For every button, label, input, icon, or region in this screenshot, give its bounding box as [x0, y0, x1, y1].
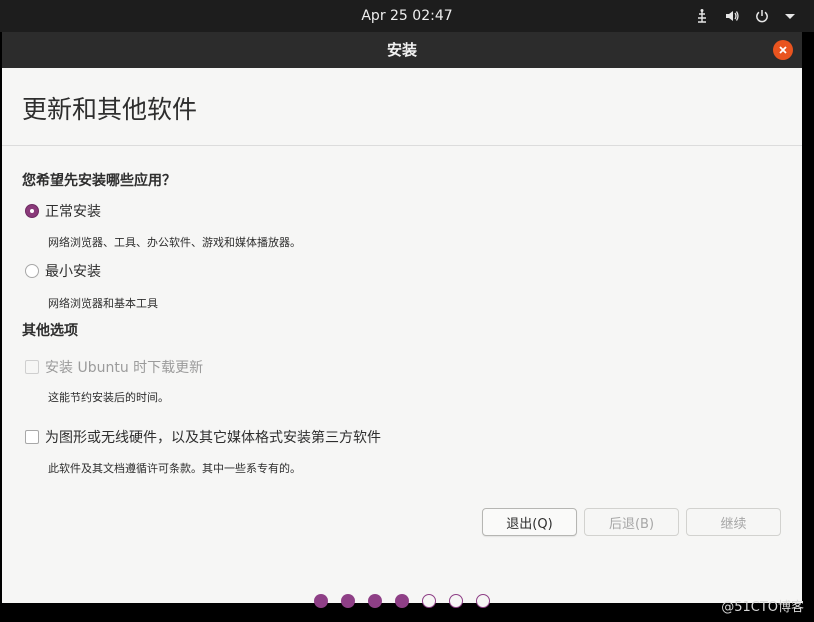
installer-window: 安装 更新和其他软件 您希望先安装哪些应用？ 正常安装 网络浏览器、工具、办公软…	[2, 32, 802, 608]
minimal-install-description: 网络浏览器和基本工具	[48, 297, 158, 310]
step-dot	[422, 594, 436, 608]
dropdown-arrow-icon[interactable]	[784, 10, 796, 22]
radio-checked-icon[interactable]	[25, 204, 39, 218]
window-title: 安装	[386, 41, 417, 59]
quit-button[interactable]: 退出(Q)	[482, 508, 577, 536]
step-dot	[341, 594, 355, 608]
page-title: 更新和其他软件	[22, 95, 198, 124]
third-party-description: 此软件及其文档遵循许可条款。其中一些系专有的。	[48, 462, 301, 475]
clock[interactable]: Apr 25 02:47	[0, 0, 814, 32]
volume-icon[interactable]	[724, 8, 740, 24]
checkbox-download-updates-label: 安装 Ubuntu 时下载更新	[45, 360, 204, 376]
top-bar: Apr 25 02:47	[0, 0, 814, 32]
window-titlebar[interactable]: 安装	[2, 32, 802, 68]
step-dot	[449, 594, 463, 608]
radio-minimal-install[interactable]: 最小安装	[25, 261, 101, 281]
back-button[interactable]: 后退(B)	[584, 508, 679, 536]
checkbox-third-party[interactable]: 为图形或无线硬件，以及其它媒体格式安装第三方软件	[25, 427, 381, 447]
other-options-title: 其他选项	[22, 323, 78, 339]
normal-install-description: 网络浏览器、工具、办公软件、游戏和媒体播放器。	[48, 236, 301, 249]
network-icon[interactable]	[694, 8, 710, 24]
checkbox-download-updates[interactable]: 安装 Ubuntu 时下载更新	[25, 357, 203, 377]
step-dot	[395, 594, 409, 608]
radio-normal-install[interactable]: 正常安装	[25, 201, 101, 221]
close-button[interactable]	[773, 40, 793, 60]
download-updates-description: 这能节约安装后的时间。	[48, 391, 169, 404]
system-tray[interactable]	[694, 0, 796, 32]
close-icon	[779, 46, 787, 54]
page-header: 更新和其他软件	[2, 68, 802, 146]
checkbox-third-party-label: 为图形或无线硬件，以及其它媒体格式安装第三方软件	[45, 430, 381, 446]
step-dot	[368, 594, 382, 608]
power-icon[interactable]	[754, 8, 770, 24]
checkbox-icon[interactable]	[25, 430, 39, 444]
radio-minimal-install-label: 最小安装	[45, 264, 101, 280]
radio-unchecked-icon[interactable]	[25, 264, 39, 278]
checkbox-icon[interactable]	[25, 360, 39, 374]
step-dot	[314, 594, 328, 608]
radio-normal-install-label: 正常安装	[45, 204, 101, 220]
step-progress	[314, 594, 490, 608]
watermark: @51CTO博客	[721, 600, 804, 615]
step-dot	[476, 594, 490, 608]
install-type-question: 您希望先安装哪些应用？	[22, 173, 176, 189]
continue-button[interactable]: 继续	[686, 508, 781, 536]
